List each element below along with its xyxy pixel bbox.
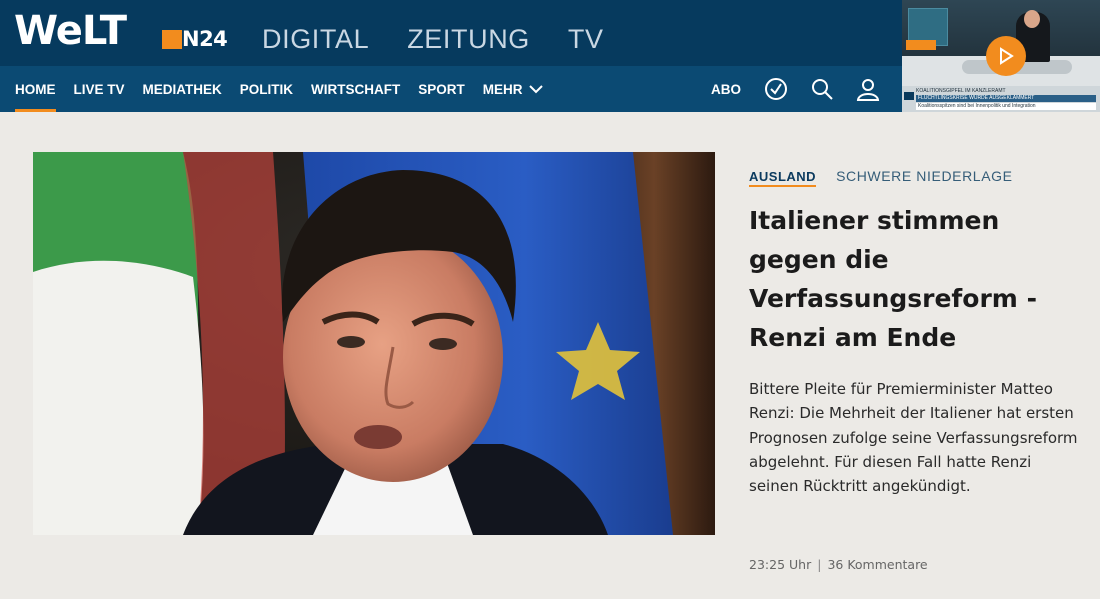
nav-item-home[interactable]: HOME — [15, 66, 56, 112]
search-icon[interactable] — [809, 76, 835, 102]
chevron-down-icon — [528, 82, 543, 97]
comments-link[interactable]: 36 Kommentare — [827, 557, 927, 572]
welt-logo[interactable]: WeLT — [14, 9, 127, 53]
video-channel-logo — [904, 92, 914, 100]
n24-logo[interactable]: N24 — [162, 27, 228, 51]
nav-items: HOME LIVE TV MEDIATHEK POLITIK WIRTSCHAF… — [15, 66, 543, 112]
site-header: WeLT N24 DIGITAL ZEITUNG TV HOME LIVE TV… — [0, 0, 1100, 112]
section-tv[interactable]: TV — [568, 22, 604, 56]
main-nav: HOME LIVE TV MEDIATHEK POLITIK WIRTSCHAF… — [0, 66, 902, 112]
video-ticker-sub: Koalitionsspitzen sind bei Innenpolitik … — [916, 103, 1096, 110]
meta-separator: | — [817, 557, 822, 572]
abo-link[interactable]: ABO — [711, 82, 741, 97]
n24-logo-text: N24 — [182, 27, 228, 51]
section-zeitung[interactable]: ZEITUNG — [407, 22, 530, 56]
user-icon[interactable] — [855, 76, 881, 102]
nav-item-live-tv[interactable]: LIVE TV — [74, 66, 125, 112]
category-label[interactable]: AUSLAND — [749, 169, 817, 187]
article-headline[interactable]: Italiener stimmen gegen die Verfassungsr… — [749, 201, 1069, 357]
portrait-image — [33, 152, 715, 535]
video-ticker: KOALITIONSGIPFEL IM KANZLERAMT FLÜCHTLIN… — [902, 86, 1100, 112]
live-video-thumbnail[interactable]: KOALITIONSGIPFEL IM KANZLERAMT FLÜCHTLIN… — [902, 0, 1100, 112]
clock-icon[interactable] — [763, 76, 789, 102]
nav-right: ABO — [711, 66, 901, 112]
nav-item-mediathek[interactable]: MEDIATHEK — [143, 66, 222, 112]
topic-label: SCHWERE NIEDERLAGE — [836, 168, 1013, 184]
top-bar: WeLT N24 DIGITAL ZEITUNG TV — [0, 0, 900, 66]
article-kicker: AUSLAND SCHWERE NIEDERLAGE — [749, 168, 1013, 187]
video-studio-tag — [906, 40, 936, 50]
nav-item-politik[interactable]: POLITIK — [240, 66, 293, 112]
video-ticker-headline: FLÜCHTLINGSKRISE WURDE AUSGEKLAMMERT — [916, 95, 1096, 102]
nav-item-wirtschaft[interactable]: WIRTSCHAFT — [311, 66, 400, 112]
n24-logo-square — [162, 30, 182, 49]
nav-item-mehr[interactable]: MEHR — [483, 66, 543, 112]
play-button[interactable] — [986, 36, 1026, 76]
article-hero-image[interactable] — [33, 152, 715, 535]
section-digital[interactable]: DIGITAL — [262, 22, 369, 56]
video-anchor-head — [1024, 10, 1040, 28]
article-teaser: Bittere Pleite für Premierminister Matte… — [749, 380, 1078, 496]
section-links: DIGITAL ZEITUNG TV — [262, 22, 604, 56]
article-time: 23:25 Uhr — [749, 557, 812, 572]
video-ticker-top: KOALITIONSGIPFEL IM KANZLERAMT — [916, 88, 1006, 94]
nav-item-sport[interactable]: SPORT — [418, 66, 465, 112]
article-meta: 23:25 Uhr | 36 Kommentare — [749, 557, 928, 572]
play-icon — [1000, 47, 1014, 65]
nav-item-mehr-label: MEHR — [482, 81, 523, 97]
